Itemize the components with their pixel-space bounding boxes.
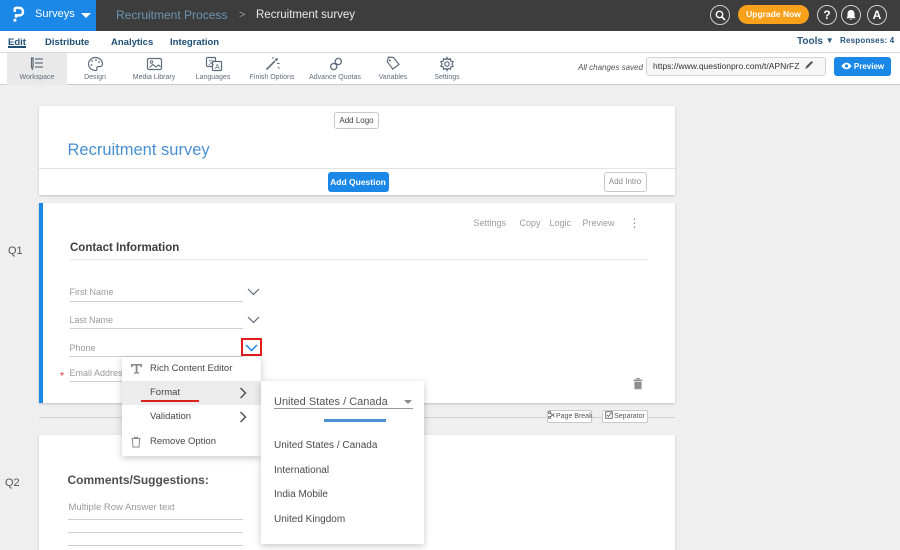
svg-text:A: A <box>215 64 220 71</box>
svg-text:文: 文 <box>208 59 214 67</box>
